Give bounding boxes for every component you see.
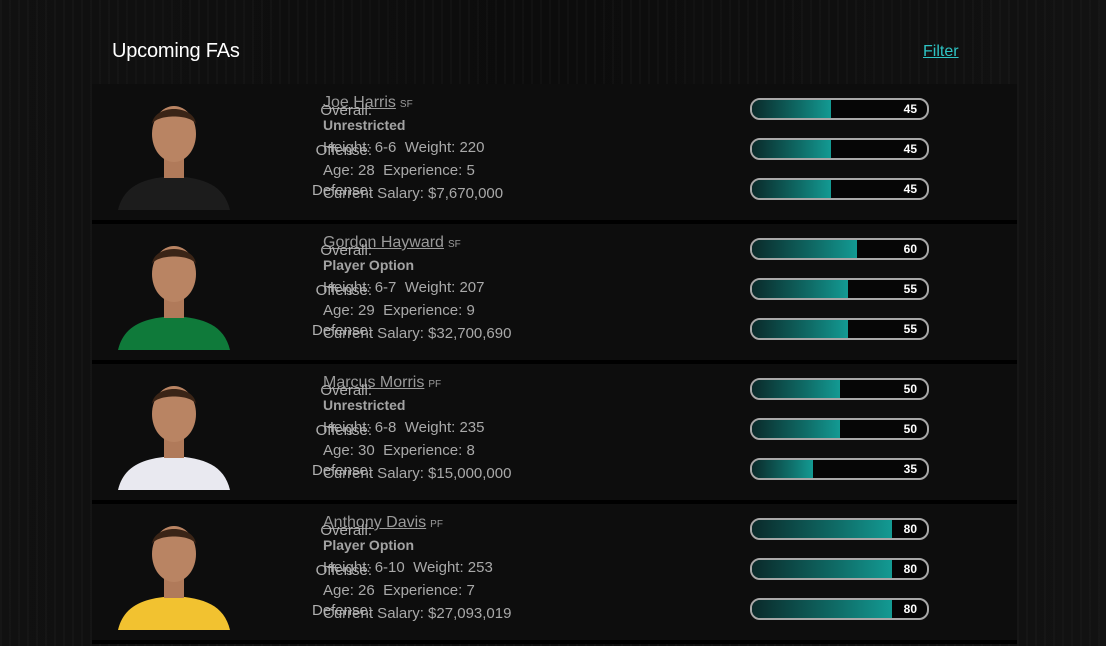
experience-text: Experience: 9 (383, 302, 475, 319)
rating-value: 55 (903, 322, 917, 336)
rating-bar-fill (752, 520, 892, 538)
rating-label: Overall: (320, 242, 372, 259)
player-row: Joe Harris SF Unrestricted Height: 6-6 We… (92, 84, 1017, 224)
rating-bar: 55 (750, 278, 929, 300)
rating-bar: 80 (750, 558, 929, 580)
rating-label: Defense: (311, 462, 372, 479)
weight-text: Weight: 253 (413, 559, 493, 576)
rating-value: 80 (903, 522, 917, 536)
rating-bar: 35 (750, 458, 929, 480)
rating-label: Offense: (315, 142, 372, 159)
player-position: SF (399, 99, 413, 110)
player-row: Gordon Hayward SF Player Option Height: 6… (92, 224, 1017, 364)
player-row: Anthony Davis PF Player Option Height: 6-… (92, 504, 1017, 644)
rating-bar-fill (752, 560, 892, 578)
rating-label: Offense: (315, 282, 372, 299)
rating-bar: 45 (750, 138, 929, 160)
rating-bar-fill (752, 380, 840, 398)
player-photo (114, 230, 234, 350)
rating-value: 45 (903, 182, 917, 196)
rating-bar: 80 (750, 598, 929, 620)
contract-status: Player Option (323, 537, 415, 553)
rating-label: Defense: (311, 602, 372, 619)
rating-bar-fill (752, 460, 814, 478)
rating-value: 55 (903, 282, 917, 296)
rating-bar: 45 (750, 98, 929, 120)
player-photo (114, 90, 234, 210)
rating-bar-fill (752, 240, 857, 258)
age-experience-line: Age: 30 Experience: 8 (323, 442, 511, 459)
rating-label: Defense: (311, 322, 372, 339)
weight-text: Weight: 207 (404, 279, 485, 296)
contract-status: Unrestricted (323, 397, 406, 413)
rating-value: 50 (903, 422, 917, 436)
rating-bar-fill (752, 180, 831, 198)
age-experience-line: Age: 26 Experience: 7 (323, 582, 511, 599)
rating-label: Overall: (320, 382, 372, 399)
rating-value: 45 (903, 102, 917, 116)
rating-bar: 55 (750, 318, 929, 340)
page-title: Upcoming FAs (112, 40, 240, 62)
player-position: PF (430, 519, 443, 530)
rating-bar-fill (752, 600, 892, 618)
rating-value: 35 (903, 462, 917, 476)
player-photo (114, 370, 234, 490)
rating-bar-fill (752, 100, 831, 118)
experience-text: Experience: 8 (383, 442, 475, 459)
rating-label: Overall: (320, 522, 372, 539)
rating-bar: 45 (750, 178, 929, 200)
rating-bar-fill (752, 280, 849, 298)
rating-value: 50 (903, 382, 917, 396)
weight-text: Weight: 235 (404, 419, 485, 436)
rating-label: Offense: (315, 562, 372, 579)
age-text: Age: 29 (323, 302, 375, 319)
rating-bar-fill (752, 320, 849, 338)
rating-label: Defense: (311, 182, 372, 199)
age-experience-line: Age: 28 Experience: 5 (323, 162, 503, 179)
rating-bar: 60 (750, 238, 929, 260)
rating-value: 60 (903, 242, 917, 256)
weight-text: Weight: 220 (404, 139, 485, 156)
rating-bar: 50 (750, 418, 929, 440)
rating-bar: 80 (750, 518, 929, 540)
filter-link[interactable]: Filter (923, 43, 959, 61)
contract-status: Player Option (323, 257, 415, 273)
age-text: Age: 28 (323, 162, 375, 179)
rating-value: 80 (903, 602, 917, 616)
rating-bar: 50 (750, 378, 929, 400)
contract-status: Unrestricted (323, 117, 406, 133)
experience-text: Experience: 5 (383, 162, 475, 179)
age-text: Age: 26 (323, 582, 375, 599)
rating-bar-fill (752, 420, 840, 438)
rating-label: Offense: (315, 422, 372, 439)
player-position: PF (428, 379, 442, 390)
age-experience-line: Age: 29 Experience: 9 (323, 302, 511, 319)
rating-bar-fill (752, 140, 831, 158)
player-row: Marcus Morris PF Unrestricted Height: 6-8… (92, 364, 1017, 504)
rating-value: 80 (903, 562, 917, 576)
rating-value: 45 (903, 142, 917, 156)
player-photo (114, 510, 234, 630)
player-list: Joe Harris SF Unrestricted Height: 6-6 We… (92, 84, 1017, 644)
rating-label: Overall: (320, 102, 372, 119)
experience-text: Experience: 7 (383, 582, 475, 599)
player-position: SF (447, 239, 461, 250)
age-text: Age: 30 (323, 442, 375, 459)
